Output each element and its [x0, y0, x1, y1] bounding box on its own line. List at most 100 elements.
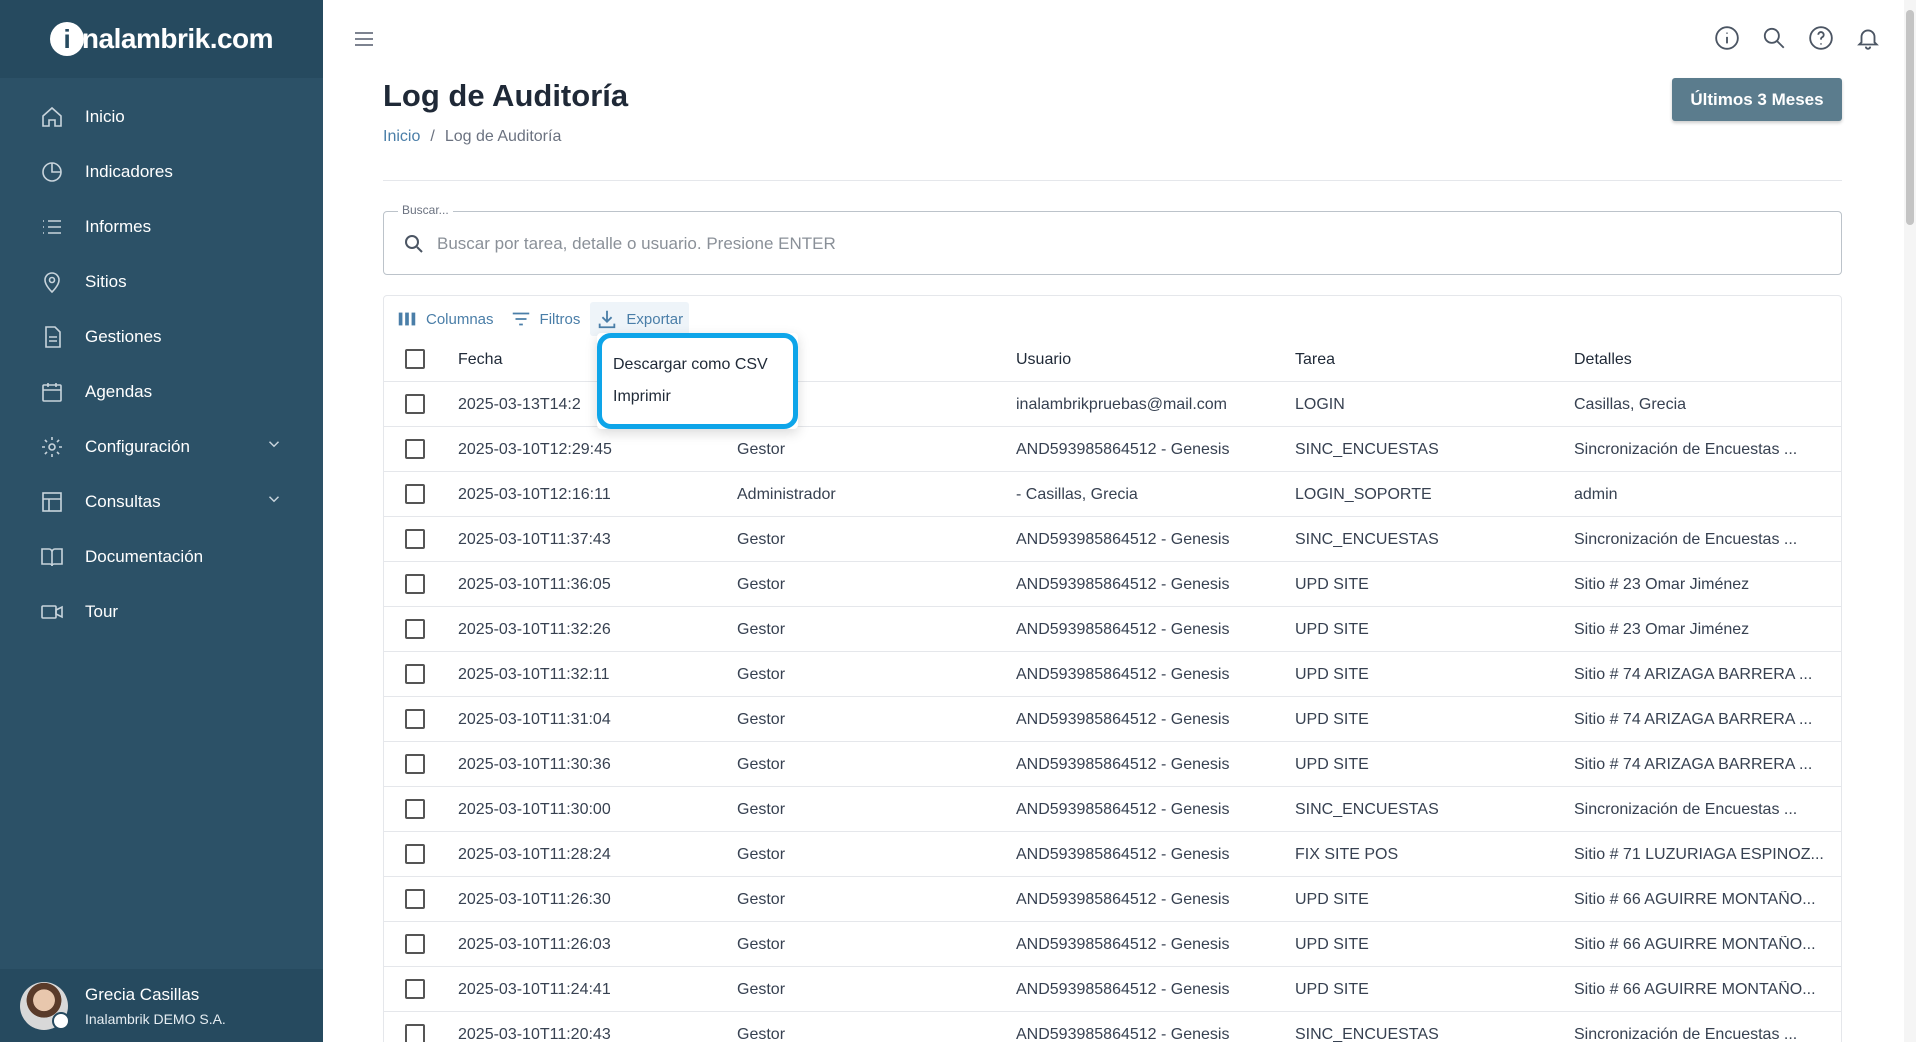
row-checkbox[interactable]: [405, 484, 425, 504]
search-input[interactable]: [437, 230, 1817, 258]
cell-rol: Gestor: [737, 620, 786, 638]
row-checkbox[interactable]: [405, 1024, 425, 1042]
table-row[interactable]: 2025-03-10T11:26:30 Gestor AND593985864512…: [384, 877, 1841, 922]
logo-rest: nalambrik.com: [81, 23, 274, 54]
column-header-detalles[interactable]: Detalles: [1574, 337, 1830, 382]
cell-detalles: Sitio # 66 AGUIRRE MONTAÑO...: [1574, 877, 1830, 922]
row-checkbox[interactable]: [405, 889, 425, 909]
export-button[interactable]: Exportar: [590, 302, 690, 336]
columns-button[interactable]: Columnas: [390, 302, 500, 336]
table-row[interactable]: 2025-03-10T11:32:11 Gestor AND593985864512…: [384, 652, 1841, 697]
sidebar-item-consultas[interactable]: Consultas: [0, 474, 323, 529]
row-checkbox[interactable]: [405, 439, 425, 459]
sidebar-item-informes[interactable]: Informes: [0, 199, 323, 254]
grid-toolbar: Columnas Filtros Exportar: [390, 302, 690, 336]
cell-usuario: AND593985864512 - Genesis: [1016, 665, 1230, 683]
sidebar-item-agendas[interactable]: Agendas: [0, 364, 323, 419]
sidebar-item-indicadores[interactable]: Indicadores: [0, 144, 323, 199]
cell-usuario: AND593985864512 - Genesis: [1016, 530, 1230, 548]
sidebar-item-sitios[interactable]: Sitios: [0, 254, 323, 309]
cell-fecha: 2025-03-10T12:16:11: [458, 485, 611, 503]
cell-usuario: AND593985864512 - Genesis: [1016, 890, 1230, 908]
chevron-down-icon[interactable]: [265, 435, 283, 458]
sidebar-item-tour[interactable]: Tour: [0, 584, 323, 639]
info-icon[interactable]: [1713, 24, 1741, 52]
row-checkbox[interactable]: [405, 979, 425, 999]
sidebar-item-documentacion[interactable]: Documentación: [0, 529, 323, 584]
cell-rol: Gestor: [737, 530, 786, 548]
date-range-button[interactable]: Últimos 3 Meses: [1672, 78, 1842, 121]
row-checkbox[interactable]: [405, 844, 425, 864]
cell-detalles-text: Sitio # 71 LUZURIAGA ESPINOZ...: [1574, 845, 1824, 863]
help-icon[interactable]: [1807, 24, 1835, 52]
row-checkbox[interactable]: [405, 754, 425, 774]
sidebar-item-configuracion[interactable]: Configuración: [0, 419, 323, 474]
table-row[interactable]: 2025-03-10T11:24:41 Gestor AND593985864512…: [384, 967, 1841, 1012]
column-header-usuario[interactable]: Usuario: [1016, 337, 1276, 382]
sidebar: i nalambrik.com Inicio Indicadores Inform…: [0, 0, 323, 1042]
sidebar-nav: Inicio Indicadores Informes Sitios Gesti…: [0, 89, 323, 639]
scroll-thumb[interactable]: [1906, 10, 1914, 225]
cell-detalles-text: Casillas, Grecia: [1574, 395, 1687, 413]
select-all-checkbox[interactable]: [405, 349, 425, 369]
sidebar-item-gestiones[interactable]: Gestiones: [0, 309, 323, 364]
user-panel[interactable]: Grecia Casillas Inalambrik DEMO S.A.: [0, 969, 323, 1042]
row-checkbox[interactable]: [405, 709, 425, 729]
cell-fecha: 2025-03-10T11:36:05: [458, 575, 611, 593]
row-checkbox[interactable]: [405, 529, 425, 549]
breadcrumb-home-link[interactable]: Inicio: [383, 128, 420, 146]
sidebar-item-inicio[interactable]: Inicio: [0, 89, 323, 144]
table-row[interactable]: 2025-03-10T11:31:04 Gestor AND593985864512…: [384, 697, 1841, 742]
table-row[interactable]: 2025-03-10T11:36:05 Gestor AND593985864512…: [384, 562, 1841, 607]
cell-usuario: AND593985864512 - Genesis: [1016, 845, 1230, 863]
cell-fecha: 2025-03-10T11:30:00: [458, 800, 611, 818]
cell-detalles: Sincronización de Encuestas ...: [1574, 1012, 1830, 1042]
cell-detalles: Sincronización de Encuestas ...: [1574, 427, 1830, 472]
cell-usuario: AND593985864512 - Genesis: [1016, 620, 1230, 638]
column-header-tarea[interactable]: Tarea: [1295, 337, 1545, 382]
menu-toggle-icon[interactable]: [352, 27, 376, 51]
table-row[interactable]: 2025-03-10T11:30:00 Gestor AND593985864512…: [384, 787, 1841, 832]
cell-fecha: 2025-03-10T11:31:04: [458, 710, 611, 728]
chevron-down-icon[interactable]: [265, 490, 283, 513]
row-checkbox[interactable]: [405, 799, 425, 819]
row-checkbox[interactable]: [405, 619, 425, 639]
row-checkbox[interactable]: [405, 934, 425, 954]
table-row[interactable]: 2025-03-10T11:32:26 Gestor AND593985864512…: [384, 607, 1841, 652]
page-title: Log de Auditoría: [383, 78, 629, 113]
brand-logo[interactable]: i nalambrik.com: [0, 0, 323, 78]
row-checkbox[interactable]: [405, 664, 425, 684]
row-checkbox[interactable]: [405, 574, 425, 594]
bell-icon[interactable]: [1854, 24, 1882, 52]
table-row[interactable]: 2025-03-10T11:30:36 Gestor AND593985864512…: [384, 742, 1841, 787]
list-icon: [40, 215, 64, 239]
home-icon: [40, 105, 64, 129]
cell-usuario: AND593985864512 - Genesis: [1016, 440, 1230, 458]
filters-button[interactable]: Filtros: [504, 302, 587, 336]
cell-usuario: - Casillas, Grecia: [1016, 485, 1138, 503]
sidebar-item-label: Gestiones: [85, 326, 162, 346]
cell-tarea: UPD SITE: [1295, 890, 1369, 908]
gear-icon: [40, 435, 64, 459]
cell-tarea: SINC_ENCUESTAS: [1295, 530, 1439, 548]
cell-usuario: AND593985864512 - Genesis: [1016, 935, 1230, 953]
table-row[interactable]: 2025-03-10T12:29:45 Gestor AND593985864512…: [384, 427, 1841, 472]
table-row[interactable]: 2025-03-10T11:26:03 Gestor AND593985864512…: [384, 922, 1841, 967]
download-csv-menu-item[interactable]: Descargar como CSV: [613, 356, 768, 374]
sidebar-item-label: Indicadores: [85, 161, 173, 181]
search-legend: Buscar...: [398, 203, 453, 217]
table-row[interactable]: 2025-03-10T12:16:11 Administrador - Casill…: [384, 472, 1841, 517]
row-checkbox[interactable]: [405, 394, 425, 414]
filter-icon: [512, 312, 529, 326]
cell-tarea: SINC_ENCUESTAS: [1295, 800, 1439, 818]
logo-i: i: [49, 22, 84, 56]
page-scrollbar[interactable]: [1904, 0, 1916, 1042]
table-row[interactable]: 2025-03-10T11:20:43 Gestor AND593985864512…: [384, 1012, 1841, 1042]
table-row[interactable]: 2025-03-10T11:37:43 Gestor AND593985864512…: [384, 517, 1841, 562]
cell-usuario: AND593985864512 - Genesis: [1016, 980, 1230, 998]
table-row[interactable]: 2025-03-10T11:28:24 Gestor AND593985864512…: [384, 832, 1841, 877]
cell-usuario: AND593985864512 - Genesis: [1016, 710, 1230, 728]
print-menu-item[interactable]: Imprimir: [613, 388, 671, 406]
cell-tarea: UPD SITE: [1295, 755, 1369, 773]
search-icon[interactable]: [1760, 24, 1788, 52]
